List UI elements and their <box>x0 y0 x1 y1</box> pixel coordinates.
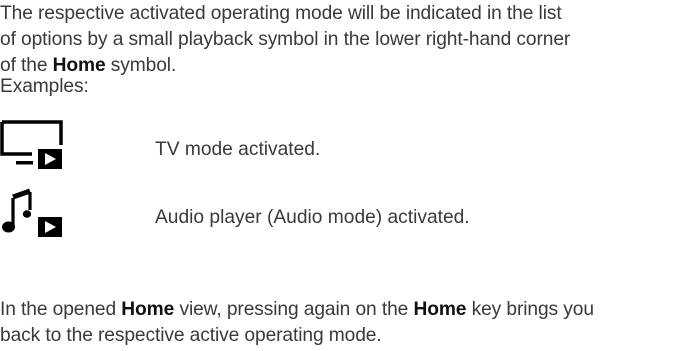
audio-mode-text: Audio player (Audio mode) activated. <box>155 207 470 228</box>
home-view-mid: view, pressing again on the <box>174 299 414 320</box>
home-view-pre: In the opened <box>0 299 122 320</box>
tv-mode-text: TV mode activated. <box>155 139 321 160</box>
examples-label: Examples: <box>0 76 89 97</box>
home-view-keyword: Home <box>121 299 175 320</box>
intro-line-3-post: symbol. <box>105 55 177 76</box>
home-keyword: Home <box>52 55 106 76</box>
home-key-keyword: Home <box>413 299 467 320</box>
audio-mode-icon <box>2 188 62 237</box>
home-view-paragraph: In the opened Home view, pressing again … <box>0 297 594 349</box>
tv-mode-icon <box>0 120 63 169</box>
home-view-post: key brings you <box>466 299 594 320</box>
example-audio-row: Audio player (Audio mode) activated. <box>0 187 682 239</box>
intro-paragraph: The respective activated operating mode … <box>0 1 570 79</box>
intro-line-2: of options by a small playback symbol in… <box>0 29 571 50</box>
example-tv-row: TV mode activated. <box>0 119 682 171</box>
intro-line-1: The respective activated operating mode … <box>0 3 562 24</box>
home-view-line-2: back to the respective active operating … <box>0 325 382 346</box>
intro-line-3-pre: of the <box>0 55 53 76</box>
